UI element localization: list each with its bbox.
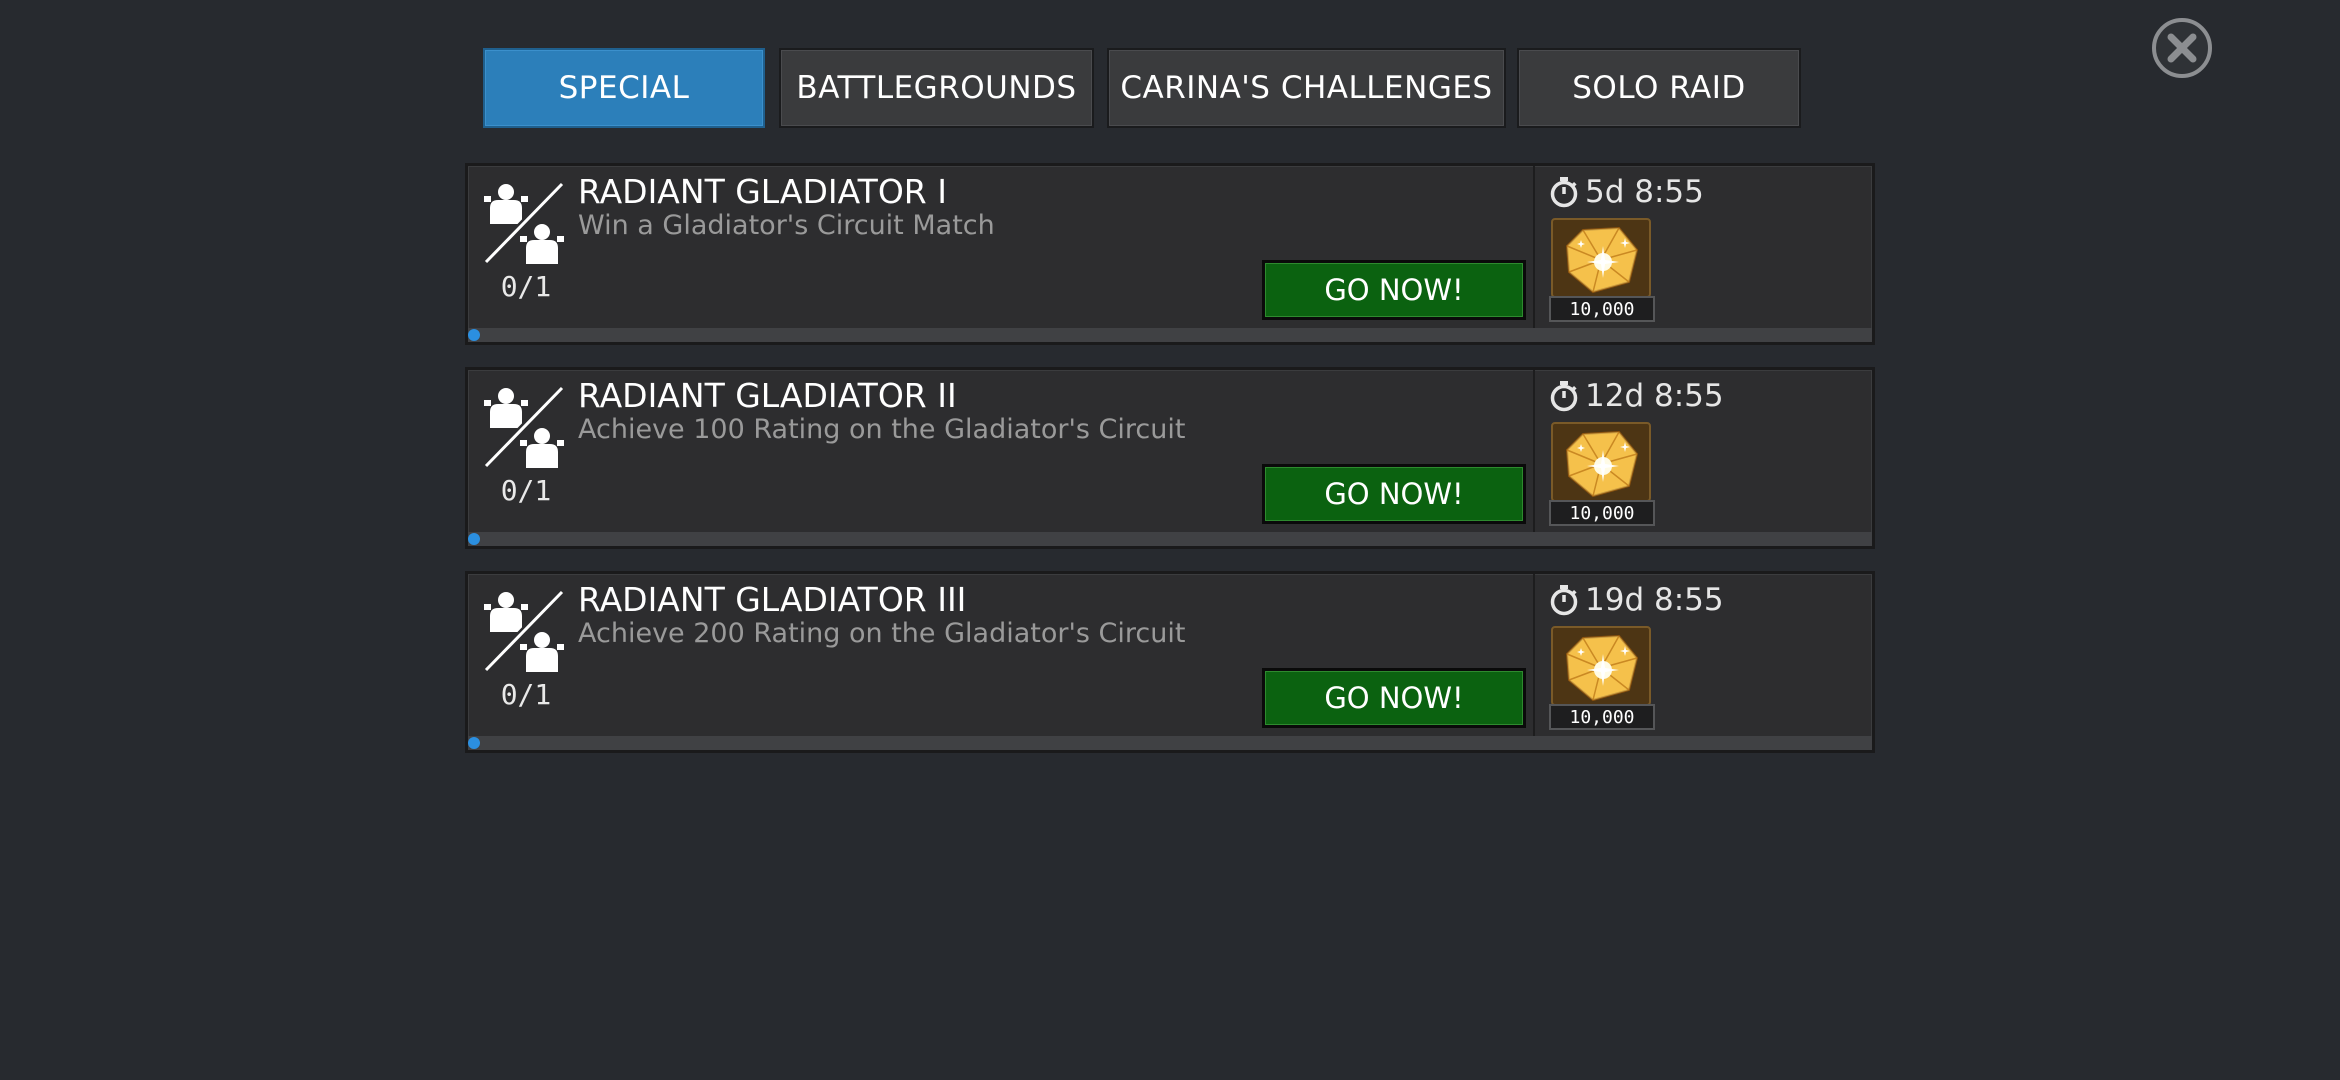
gold-crystal-icon [1565, 430, 1639, 498]
reward-item[interactable]: 10,000 [1549, 218, 1655, 324]
go-now-button[interactable]: GO NOW! [1262, 668, 1526, 728]
go-now-button[interactable]: GO NOW! [1262, 260, 1526, 320]
reward-tile [1551, 422, 1651, 502]
gold-crystal-icon [1565, 634, 1639, 702]
reward-item[interactable]: 10,000 [1549, 422, 1655, 528]
go-now-button[interactable]: GO NOW! [1262, 464, 1526, 524]
tab-battlegrounds-label: BATTLEGROUNDS [796, 70, 1077, 106]
tab-special[interactable]: SPECIAL [483, 48, 765, 128]
mission-progress-text: 0/1 [500, 678, 552, 711]
reward-tile [1551, 218, 1651, 298]
versus-icon [483, 181, 565, 265]
mission-timer-text: 12d 8:55 [1585, 378, 1724, 414]
versus-icon [483, 385, 565, 469]
mission-progress-knob [468, 533, 480, 545]
mission-description: Win a Gladiator's Circuit Match [578, 210, 995, 241]
tab-carinas-challenges[interactable]: CARINA'S CHALLENGES [1107, 48, 1506, 128]
mission-progress-text: 0/1 [500, 270, 552, 303]
mission-reward-panel: 12d 8:55 10,000 [1533, 370, 1872, 532]
mission-timer-text: 19d 8:55 [1585, 582, 1724, 618]
mission-progress-bar [468, 328, 1872, 342]
tab-carinas-challenges-label: CARINA'S CHALLENGES [1120, 70, 1493, 106]
stopwatch-icon [1550, 381, 1578, 412]
tab-battlegrounds[interactable]: BATTLEGROUNDS [779, 48, 1094, 128]
gold-crystal-icon [1565, 226, 1639, 294]
mission-progress-bar [468, 532, 1872, 546]
mission-description: Achieve 100 Rating on the Gladiator's Ci… [578, 414, 1186, 445]
stopwatch-icon [1550, 177, 1578, 208]
mission-card-1: 0/1 RADIANT GLADIATOR I Win a Gladiator'… [465, 163, 1875, 345]
tab-special-label: SPECIAL [558, 70, 690, 106]
reward-tile [1551, 626, 1651, 706]
close-button[interactable] [2152, 18, 2212, 78]
reward-amount: 10,000 [1549, 296, 1655, 322]
go-now-button-label: GO NOW! [1324, 681, 1464, 715]
mission-title: RADIANT GLADIATOR III [578, 580, 967, 619]
go-now-button-label: GO NOW! [1324, 477, 1464, 511]
mission-timer-text: 5d 8:55 [1585, 174, 1704, 210]
mission-timer: 12d 8:55 [1549, 378, 1724, 414]
reward-item[interactable]: 10,000 [1549, 626, 1655, 732]
mission-info: 0/1 RADIANT GLADIATOR II Achieve 100 Rat… [468, 370, 1533, 532]
mission-title: RADIANT GLADIATOR II [578, 376, 957, 415]
reward-amount: 10,000 [1549, 500, 1655, 526]
mission-progress-knob [468, 737, 480, 749]
mission-progress-bar [468, 736, 1872, 750]
reward-amount: 10,000 [1549, 704, 1655, 730]
mission-description: Achieve 200 Rating on the Gladiator's Ci… [578, 618, 1186, 649]
go-now-button-label: GO NOW! [1324, 273, 1464, 307]
tab-solo-raid-label: SOLO RAID [1572, 70, 1746, 106]
mission-timer: 5d 8:55 [1549, 174, 1704, 210]
mission-title: RADIANT GLADIATOR I [578, 172, 947, 211]
tab-solo-raid[interactable]: SOLO RAID [1517, 48, 1801, 128]
stopwatch-icon [1550, 585, 1578, 616]
mission-info: 0/1 RADIANT GLADIATOR III Achieve 200 Ra… [468, 574, 1533, 736]
mission-card-2: 0/1 RADIANT GLADIATOR II Achieve 100 Rat… [465, 367, 1875, 549]
mission-timer: 19d 8:55 [1549, 582, 1724, 618]
mission-card-3: 0/1 RADIANT GLADIATOR III Achieve 200 Ra… [465, 571, 1875, 753]
mission-progress-knob [468, 329, 480, 341]
mission-progress-text: 0/1 [500, 474, 552, 507]
mission-reward-panel: 5d 8:55 10,000 [1533, 166, 1872, 328]
versus-icon [483, 589, 565, 673]
mission-reward-panel: 19d 8:55 10,000 [1533, 574, 1872, 736]
close-icon [2167, 33, 2197, 63]
mission-info: 0/1 RADIANT GLADIATOR I Win a Gladiator'… [468, 166, 1533, 328]
